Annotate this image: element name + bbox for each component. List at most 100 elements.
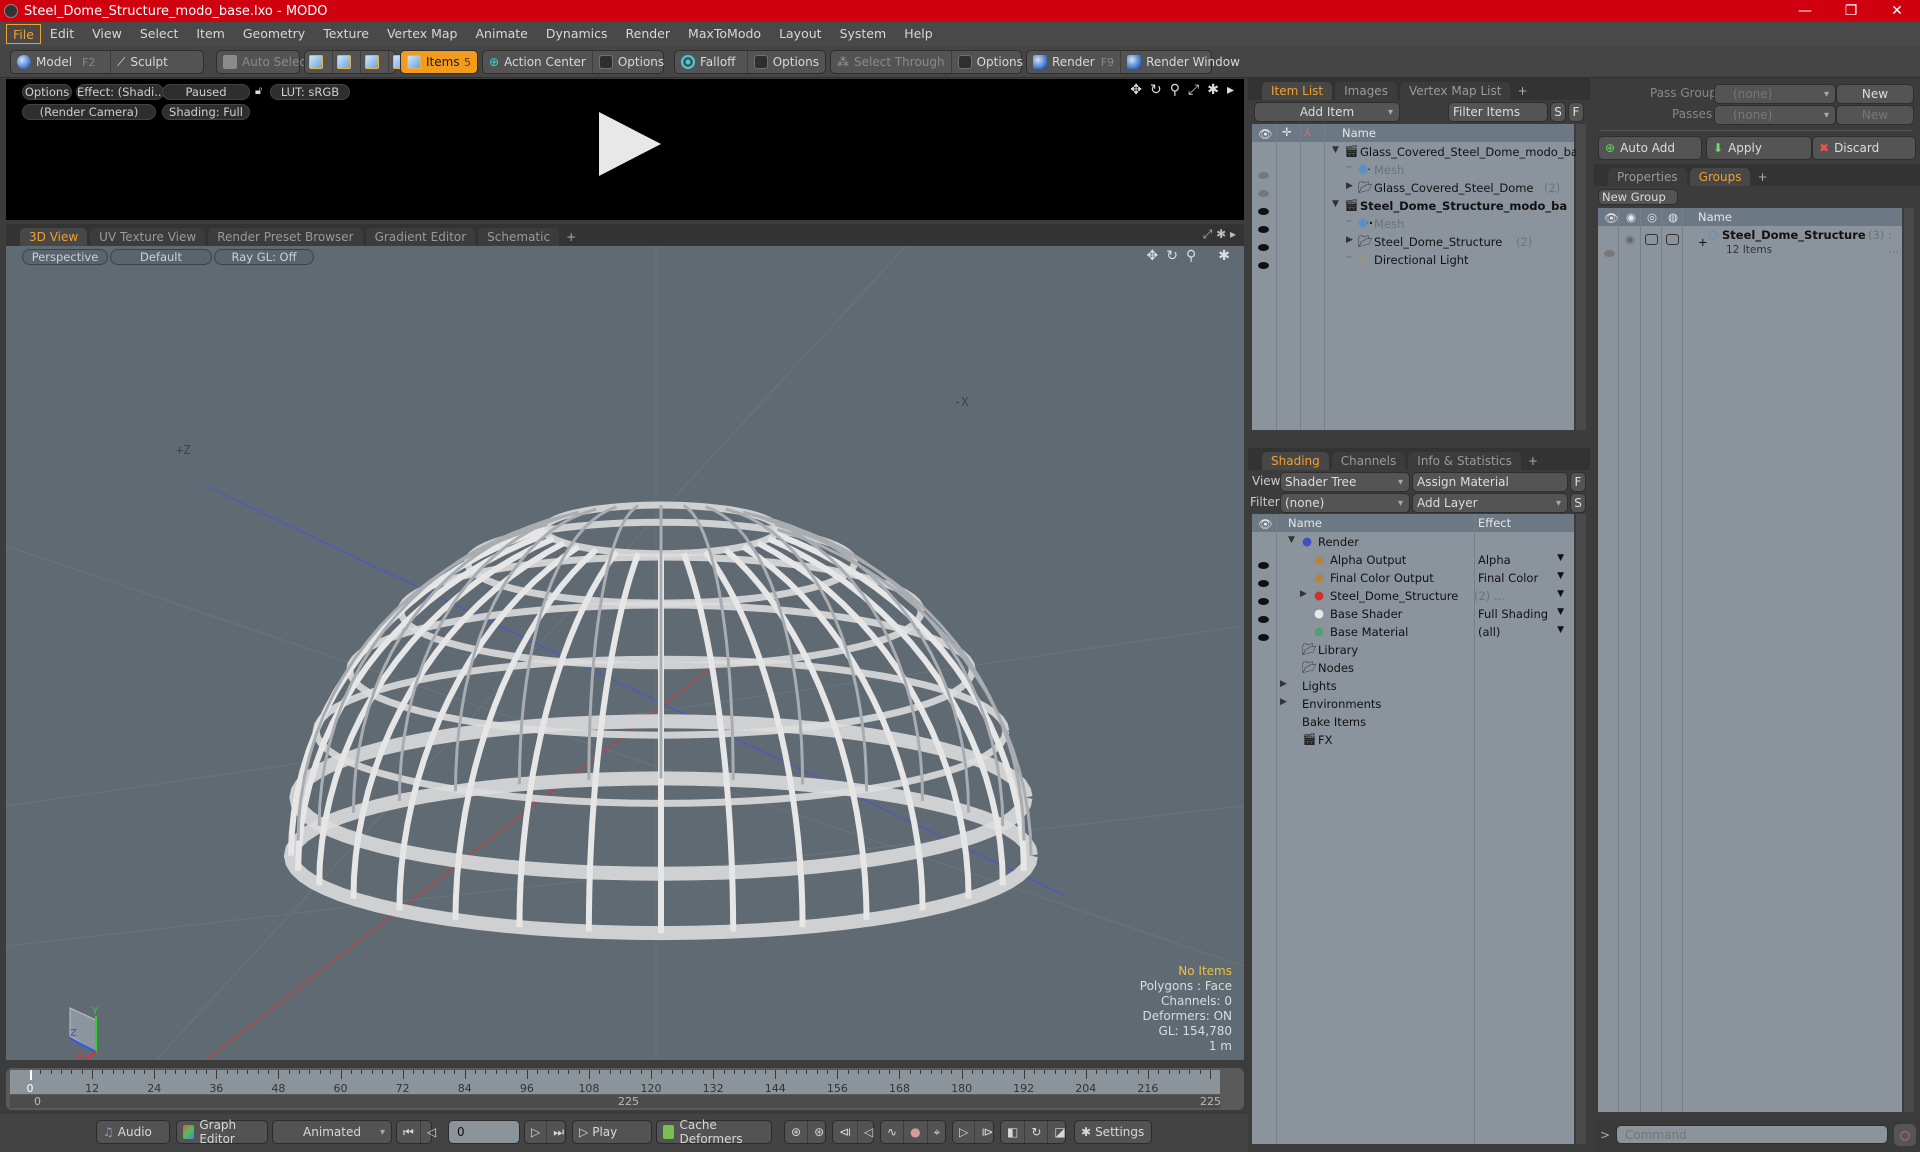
menu-animate[interactable]: Animate xyxy=(467,24,537,44)
next-frame-button[interactable]: ▷ xyxy=(525,1121,548,1143)
previous-frame-button[interactable]: ◁ xyxy=(421,1121,442,1143)
auto-add-button[interactable]: ⊕ Auto Add xyxy=(1598,136,1702,160)
camera-key-button[interactable]: ◧ xyxy=(1001,1121,1026,1143)
menu-vertex-map[interactable]: Vertex Map xyxy=(378,24,467,44)
go-to-start-button[interactable]: ⏮ xyxy=(397,1121,421,1143)
add-item-dropdown[interactable]: Add Item xyxy=(1254,102,1400,122)
tab-images[interactable]: Images xyxy=(1335,82,1397,100)
shader-row[interactable]: 🎬︎ FX xyxy=(1252,731,1574,749)
menu-layout[interactable]: Layout xyxy=(770,24,831,44)
shader-row[interactable]: ▶ ● Steel_Dome_Structure (2) ... ▼ xyxy=(1252,587,1574,605)
expand-toggle-icon[interactable]: ▶ xyxy=(1300,589,1307,599)
effect-dropdown[interactable]: Alpha ▼ xyxy=(1478,553,1570,567)
menu-help[interactable]: Help xyxy=(895,24,942,44)
close-button[interactable]: ✕ xyxy=(1874,0,1920,22)
gear-icon[interactable]: ✱ xyxy=(1207,82,1219,98)
s-button[interactable]: S xyxy=(1570,493,1586,513)
auto-key-button[interactable]: ∿ xyxy=(881,1121,905,1143)
sculpt-mode-button[interactable]: ⟋ Sculpt xyxy=(111,51,174,73)
visibility-eye-icon[interactable] xyxy=(1258,189,1269,197)
action-center-button[interactable]: ⊕ Action Center xyxy=(483,51,593,73)
menu-maxtomodo[interactable]: MaxToModo xyxy=(679,24,770,44)
tab-gradient-editor[interactable]: Gradient Editor xyxy=(365,228,476,246)
key-options-button[interactable]: ⌖ xyxy=(928,1121,947,1143)
expand-toggle-icon[interactable]: ▼ xyxy=(1288,535,1295,545)
tab-info-statistics[interactable]: Info & Statistics xyxy=(1408,452,1521,470)
item-row[interactable]: ┄ 💡︎ Directional Light xyxy=(1252,251,1574,269)
rotate-icon[interactable]: ↻ xyxy=(1150,82,1162,98)
key-down-button[interactable]: ⊛ xyxy=(808,1121,830,1143)
pan-icon[interactable]: ✥ xyxy=(1130,82,1142,98)
tab-channels[interactable]: Channels xyxy=(1331,452,1406,470)
add-layer-dropdown[interactable]: Add Layer xyxy=(1412,493,1568,513)
animation-mode-dropdown[interactable]: Animated xyxy=(272,1120,392,1144)
s-button[interactable]: S xyxy=(1550,102,1566,122)
lut-dropdown[interactable]: LUT: sRGB xyxy=(270,84,350,100)
3d-viewport[interactable]: +Z -X Y Z X Perspective Default Ray GL: … xyxy=(6,246,1244,1060)
f-button[interactable]: F xyxy=(1568,102,1584,122)
filter-dropdown[interactable]: (none) xyxy=(1280,493,1410,513)
timeline[interactable]: 0 12 24 36 48 60 72 84 96 108 120 132 144 156 168 180 19… xyxy=(6,1068,1244,1110)
add-tab-button[interactable]: + xyxy=(1753,168,1771,186)
play-button[interactable]: ▷ Play xyxy=(573,1121,623,1143)
lock-checkbox[interactable] xyxy=(1645,234,1658,245)
view-dropdown[interactable]: Shader Tree xyxy=(1280,472,1410,492)
menu-system[interactable]: System xyxy=(831,24,896,44)
tab-schematic[interactable]: Schematic xyxy=(478,228,560,246)
f-button[interactable]: F xyxy=(1570,472,1586,492)
visibility-eye-icon[interactable] xyxy=(1258,561,1269,569)
select-checkbox[interactable] xyxy=(1666,234,1679,245)
current-frame-input[interactable]: 0 xyxy=(448,1120,520,1144)
cache-deformers-button[interactable]: Cache Deformers xyxy=(657,1118,771,1146)
tab-vertex-map-list[interactable]: Vertex Map List xyxy=(1399,82,1511,100)
play-render-icon[interactable] xyxy=(599,112,661,176)
new-pass-group-button[interactable]: New xyxy=(1836,84,1914,104)
select-through-button[interactable]: ⁂ Select Through xyxy=(831,51,952,73)
lock-icon[interactable]: 🔓︎ xyxy=(255,84,267,98)
maximize-icon[interactable]: ⤢ xyxy=(1188,82,1199,98)
playhead[interactable] xyxy=(30,1070,32,1080)
auto-select-button[interactable]: Auto Select xyxy=(217,51,317,73)
menu-dynamics[interactable]: Dynamics xyxy=(537,24,617,44)
item-row[interactable]: ▼ 🎬︎ Steel_Dome_Structure_modo_ba ... xyxy=(1252,197,1574,227)
passes-dropdown[interactable]: (none) xyxy=(1714,105,1836,125)
command-input[interactable] xyxy=(1616,1125,1888,1144)
apply-button[interactable]: ⬇ Apply xyxy=(1706,136,1812,160)
visibility-eye-icon[interactable] xyxy=(1258,597,1269,605)
falloff-button[interactable]: Falloff xyxy=(675,51,748,73)
tab-3d-view[interactable]: 3D View xyxy=(20,228,88,246)
item-row[interactable]: ┄ ⬢ Mesh xyxy=(1252,161,1574,179)
visibility-eye-icon[interactable] xyxy=(1258,171,1269,179)
key-up-button[interactable]: ⊛ xyxy=(785,1121,809,1143)
go-to-end-button[interactable]: ⏭ xyxy=(547,1121,570,1143)
menu-geometry[interactable]: Geometry xyxy=(234,24,314,44)
shading-dropdown[interactable]: Shading: Full xyxy=(162,104,250,120)
projection-dropdown[interactable]: Perspective xyxy=(22,249,108,265)
visibility-eye-icon[interactable] xyxy=(1258,225,1269,233)
minimize-button[interactable]: — xyxy=(1782,0,1828,22)
effect-dropdown[interactable]: Final Color ▼ xyxy=(1478,571,1570,585)
render-button[interactable]: Render F9 xyxy=(1027,51,1122,73)
render-window-button[interactable]: Render Window xyxy=(1121,51,1246,73)
timeline-ruler[interactable]: 0 12 24 36 48 60 72 84 96 108 120 132 144 156 168 180 19… xyxy=(10,1070,1220,1095)
new-pass-button[interactable]: New xyxy=(1836,105,1914,125)
select-through-options-button[interactable]: Options xyxy=(952,51,1029,73)
style-dropdown[interactable]: Default xyxy=(110,249,212,265)
expand-toggle-icon[interactable]: ▼ xyxy=(1332,145,1339,155)
render-camera-dropdown[interactable]: (Render Camera) xyxy=(22,104,156,120)
shader-row[interactable]: ● Base Material (all) ▼ xyxy=(1252,623,1574,641)
sync-button[interactable]: ◪ xyxy=(1048,1121,1071,1143)
rotate-icon[interactable]: ↻ xyxy=(1166,248,1178,264)
visibility-eye-icon[interactable] xyxy=(1258,633,1269,641)
tab-shading[interactable]: Shading xyxy=(1262,452,1329,470)
assign-material-button[interactable]: Assign Material xyxy=(1412,472,1568,492)
timeline-range-bar[interactable]: 0 225 225 xyxy=(10,1095,1221,1108)
shader-row[interactable]: ▣ Alpha Output Alpha ▼ xyxy=(1252,551,1574,569)
groups-scrollbar[interactable] xyxy=(1904,208,1914,1112)
menu-texture[interactable]: Texture xyxy=(314,24,378,44)
shader-tree-scrollbar[interactable] xyxy=(1576,514,1586,1144)
item-row[interactable]: ▶ 📂︎ Steel_Dome_Structure (2) xyxy=(1252,233,1574,251)
render-toggle-icon[interactable]: ◉ xyxy=(1625,232,1635,246)
next-key-button[interactable]: ▷ xyxy=(953,1121,976,1143)
command-history-button[interactable]: ○ xyxy=(1894,1124,1916,1146)
